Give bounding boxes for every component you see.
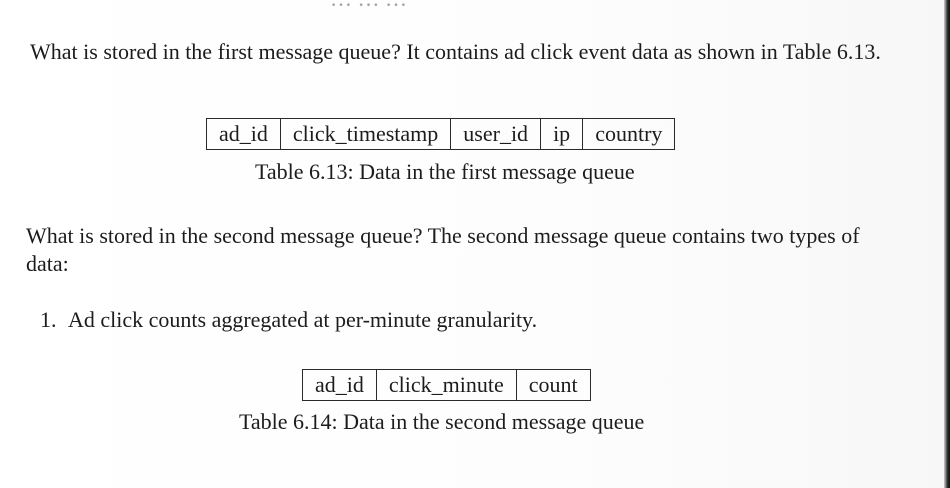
list-item-text: Ad click counts aggregated at per-minute… bbox=[68, 307, 538, 332]
table-caption-6-13: Table 6.13: Data in the first message qu… bbox=[255, 159, 635, 184]
document-page: … … … What is stored in the first messag… bbox=[0, 0, 950, 488]
table-row: ad_id click_timestamp user_id ip country bbox=[206, 118, 676, 150]
list-item-number: 1. bbox=[40, 307, 57, 332]
paragraph-second-queue: What is stored in the second message que… bbox=[26, 223, 860, 276]
cut-off-heading: … … … bbox=[330, 0, 407, 12]
table-cell-count: count bbox=[515, 369, 591, 401]
paragraph-first-queue: What is stored in the first message queu… bbox=[30, 39, 881, 64]
table-row: ad_id click_minute count bbox=[302, 369, 591, 401]
table-second-queue-schema: ad_id click_minute count bbox=[302, 369, 591, 401]
table-cell-ad-id: ad_id bbox=[206, 118, 281, 150]
table-cell-click-minute: click_minute bbox=[375, 369, 517, 401]
table-cell-ad-id: ad_id bbox=[302, 369, 377, 401]
table-cell-ip: ip bbox=[540, 118, 584, 150]
table-cell-user-id: user_id bbox=[450, 118, 542, 150]
table-cell-country: country bbox=[582, 118, 676, 150]
table-cell-click-timestamp: click_timestamp bbox=[279, 118, 452, 150]
table-first-queue-schema: ad_id click_timestamp user_id ip country bbox=[206, 118, 676, 150]
table-caption-6-14: Table 6.14: Data in the second message q… bbox=[239, 409, 645, 434]
page-edge-shadow bbox=[944, 0, 950, 488]
list-item: 1. Ad click counts aggregated at per-minu… bbox=[40, 306, 537, 334]
